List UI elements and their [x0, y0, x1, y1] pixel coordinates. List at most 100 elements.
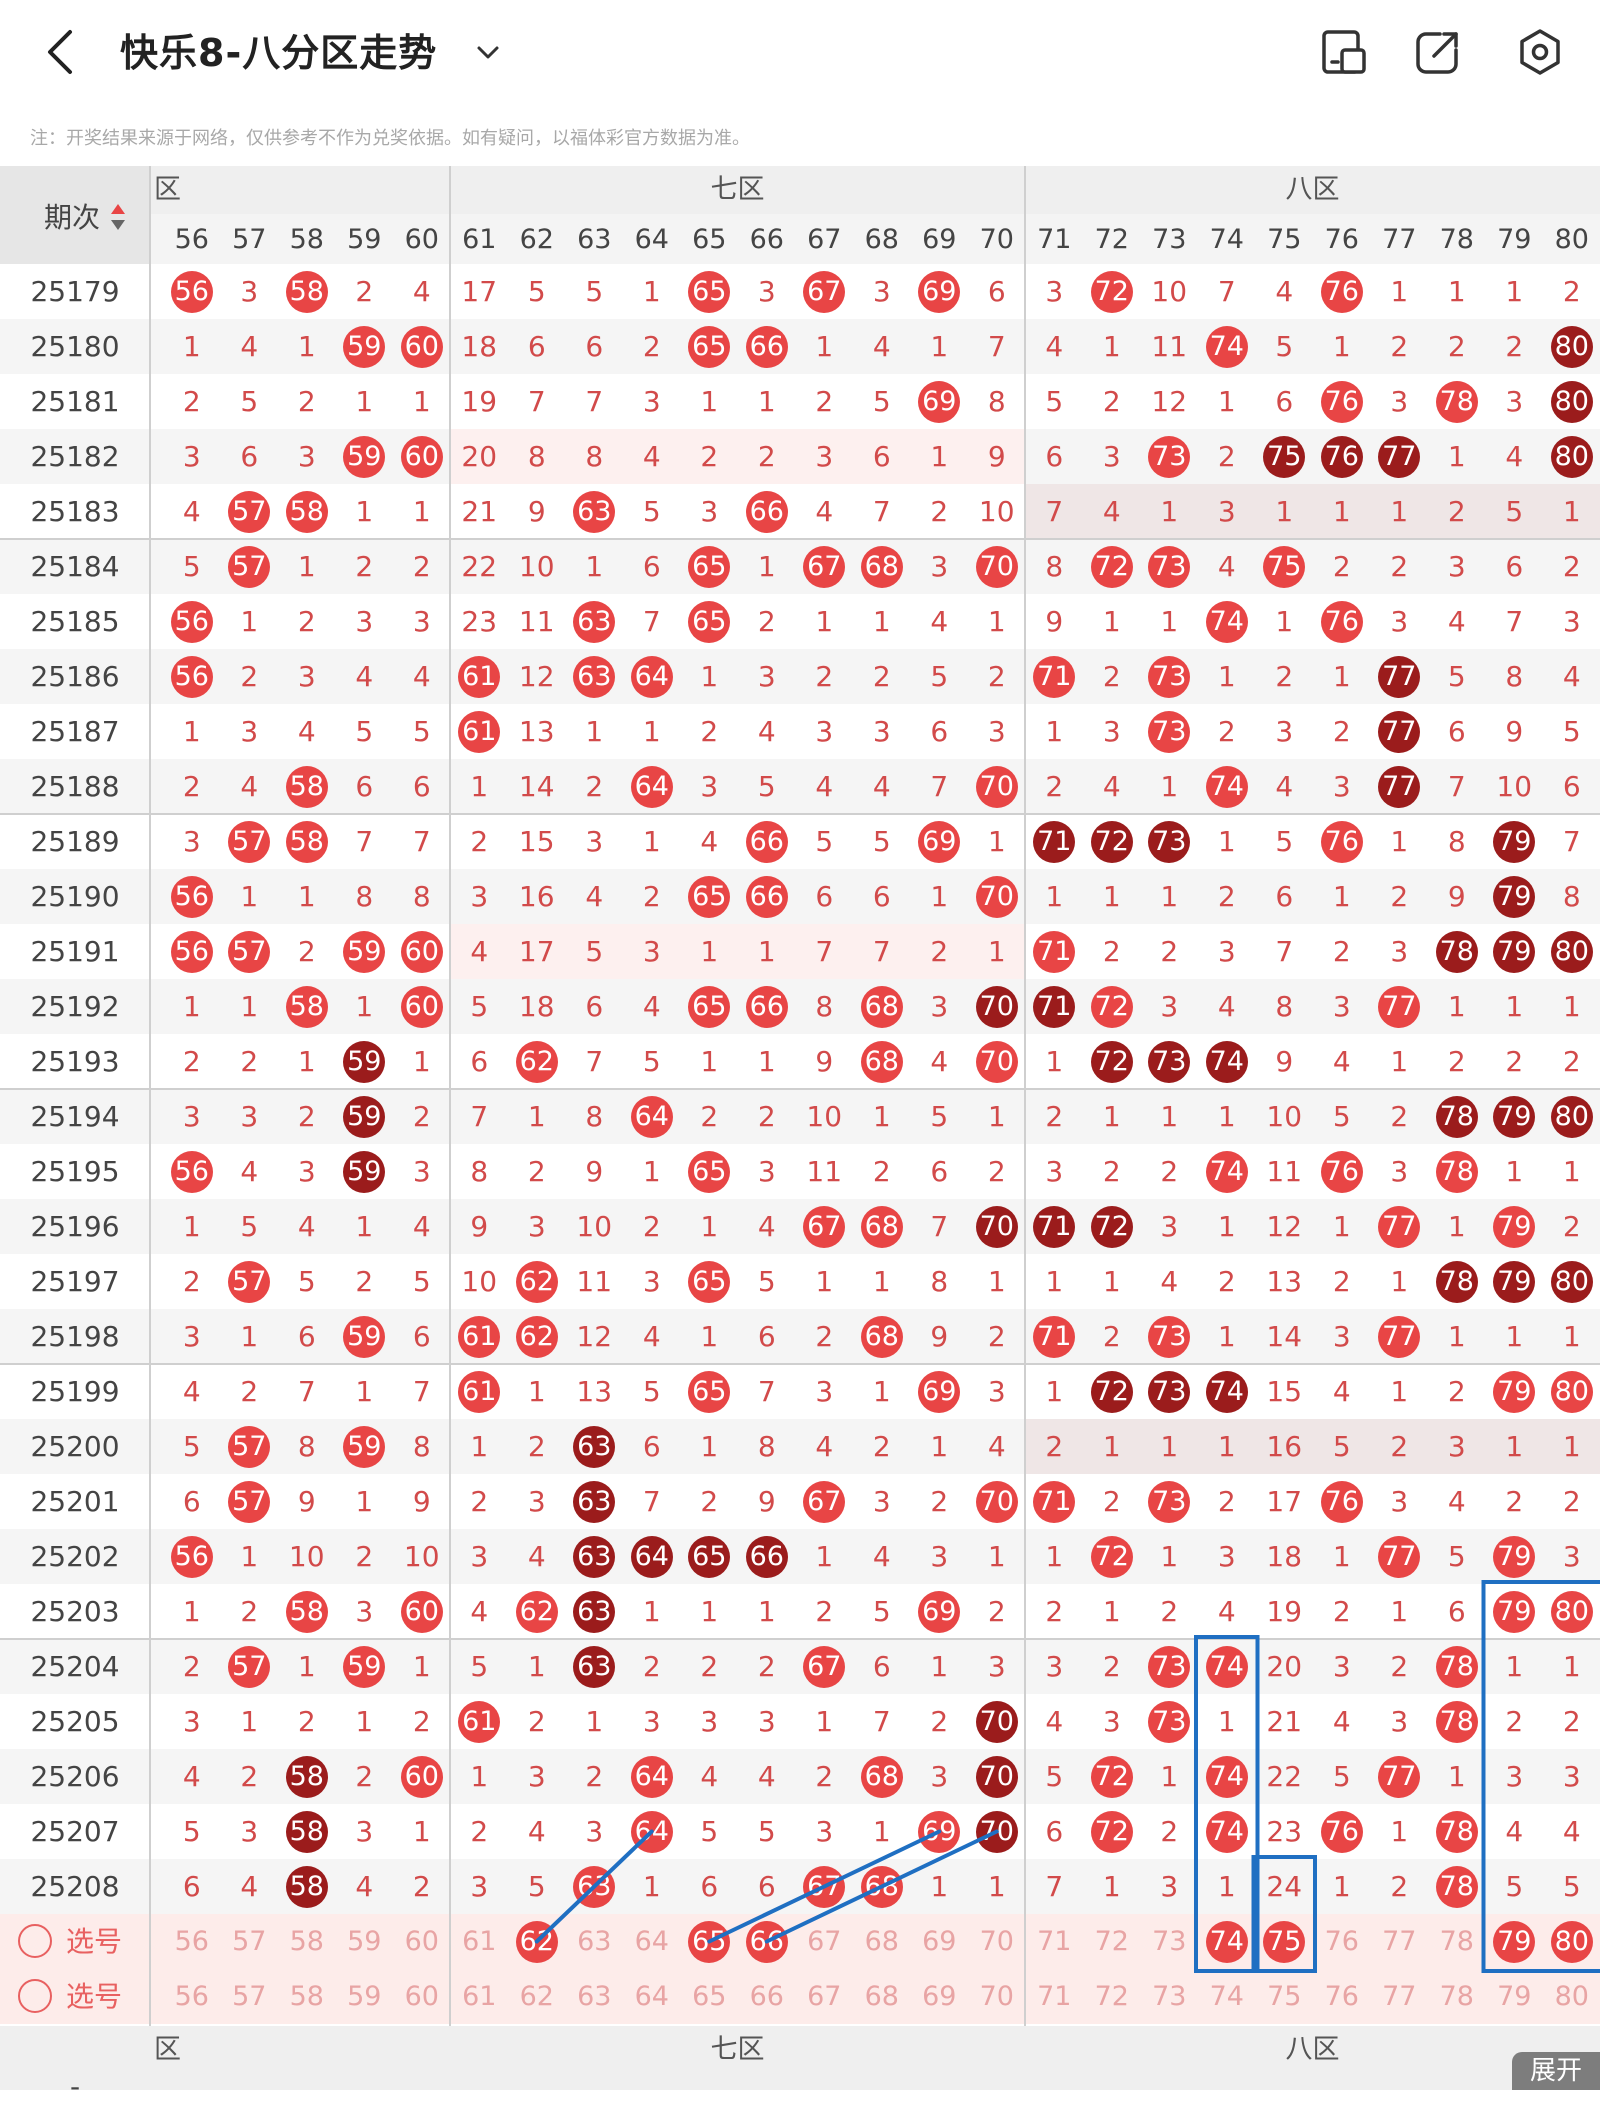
screen-mode-button[interactable]: [1318, 26, 1370, 78]
miss-count-cell: 1: [1083, 1254, 1141, 1309]
select-number-66[interactable]: 66: [738, 1914, 796, 1969]
col-head-76: 76: [1313, 214, 1371, 264]
select-number-74[interactable]: 74: [1198, 1914, 1256, 1969]
drawn-ball: 78: [1436, 381, 1478, 423]
select-number-61[interactable]: 61: [451, 1914, 509, 1969]
select-number-67[interactable]: 67: [796, 1969, 854, 2024]
select-number-59[interactable]: 59: [336, 1914, 394, 1969]
radio-icon[interactable]: [18, 1979, 52, 2013]
page-title[interactable]: 快乐8-八分区走势: [120, 22, 437, 77]
select-number-73[interactable]: 73: [1141, 1969, 1199, 2024]
settings-button[interactable]: [1514, 26, 1566, 78]
drawn-ball: 79: [1493, 1591, 1535, 1633]
consecutive-drawn-ball: 70: [976, 1206, 1018, 1248]
select-number-76[interactable]: 76: [1313, 1969, 1371, 2024]
drawn-number-cell: 66: [738, 484, 796, 539]
miss-count-cell: 13: [508, 704, 566, 759]
table-row: 2518455712222101665167683708727347522362: [0, 539, 1600, 594]
miss-count-cell: 2: [681, 704, 739, 759]
select-number-68[interactable]: 68: [853, 1914, 911, 1969]
select-number-79[interactable]: 79: [1486, 1969, 1544, 2024]
select-number-58[interactable]: 58: [278, 1914, 336, 1969]
select-number-65[interactable]: 65: [681, 1969, 739, 2024]
select-number-76[interactable]: 76: [1313, 1914, 1371, 1969]
select-number-78[interactable]: 78: [1428, 1914, 1486, 1969]
select-number-59[interactable]: 59: [336, 1969, 394, 2024]
selected-ball[interactable]: 65: [688, 1921, 730, 1963]
select-number-64[interactable]: 64: [623, 1914, 681, 1969]
table-row: 2518556123323116376521141911741763473: [0, 594, 1600, 649]
drawn-number-cell: 76: [1313, 1474, 1371, 1529]
selected-ball[interactable]: 74: [1206, 1921, 1248, 1963]
select-number-69[interactable]: 69: [911, 1969, 969, 2024]
drawn-ball: 73: [1148, 656, 1190, 698]
select-number-80[interactable]: 80: [1543, 1969, 1600, 2024]
selected-ball[interactable]: 79: [1493, 1921, 1535, 1963]
drawn-ball: 77: [1378, 1316, 1420, 1358]
select-number-78[interactable]: 78: [1428, 1969, 1486, 2024]
select-number-57[interactable]: 57: [221, 1969, 279, 2024]
miss-count-cell: 1: [1256, 484, 1314, 539]
select-number-60[interactable]: 60: [393, 1914, 451, 1969]
period-cell: 25195: [0, 1144, 150, 1199]
period-cell: 25179: [0, 264, 150, 319]
select-row-label[interactable]: 选号: [18, 1969, 122, 2024]
select-number-56[interactable]: 56: [163, 1969, 221, 2024]
selected-ball[interactable]: 75: [1263, 1921, 1305, 1963]
miss-count-cell: 5: [278, 1254, 336, 1309]
expand-button[interactable]: 展开: [1512, 2052, 1600, 2090]
miss-count-cell: 1: [1026, 1529, 1084, 1584]
miss-count-cell: 2: [853, 649, 911, 704]
drawn-ball: 68: [861, 1866, 903, 1908]
drawn-number-cell: 70: [968, 759, 1026, 814]
drawn-number-cell: 79: [1486, 1529, 1544, 1584]
select-row-label[interactable]: 选号: [18, 1914, 122, 1969]
select-number-73[interactable]: 73: [1141, 1914, 1199, 1969]
drawn-ball: 58: [286, 1591, 328, 1633]
select-number-75[interactable]: 75: [1256, 1914, 1314, 1969]
select-number-75[interactable]: 75: [1256, 1969, 1314, 2024]
select-number-70[interactable]: 70: [968, 1969, 1026, 2024]
select-number-56[interactable]: 56: [163, 1914, 221, 1969]
drawn-ball: 73: [1148, 1646, 1190, 1688]
select-number-74[interactable]: 74: [1198, 1969, 1256, 2024]
select-number-71[interactable]: 71: [1026, 1969, 1084, 2024]
select-number-64[interactable]: 64: [623, 1969, 681, 2024]
select-number-58[interactable]: 58: [278, 1969, 336, 2024]
selected-ball[interactable]: 80: [1551, 1921, 1593, 1963]
select-number-68[interactable]: 68: [853, 1969, 911, 2024]
select-number-62[interactable]: 62: [508, 1914, 566, 1969]
select-number-72[interactable]: 72: [1083, 1914, 1141, 1969]
miss-count-cell: 1: [1486, 1639, 1544, 1694]
select-number-69[interactable]: 69: [911, 1914, 969, 1969]
select-number-79[interactable]: 79: [1486, 1914, 1544, 1969]
select-number-77[interactable]: 77: [1371, 1969, 1429, 2024]
select-number-65[interactable]: 65: [681, 1914, 739, 1969]
title-dropdown-button[interactable]: [470, 34, 506, 70]
select-number-66[interactable]: 66: [738, 1969, 796, 2024]
miss-count-cell: 4: [1083, 484, 1141, 539]
back-button[interactable]: [38, 24, 88, 80]
select-number-60[interactable]: 60: [393, 1969, 451, 2024]
settings-icon: [1514, 26, 1566, 78]
select-number-71[interactable]: 71: [1026, 1914, 1084, 1969]
select-number-70[interactable]: 70: [968, 1914, 1026, 1969]
miss-count-cell: 5: [853, 374, 911, 429]
select-number-80[interactable]: 80: [1543, 1914, 1600, 1969]
select-number-57[interactable]: 57: [221, 1914, 279, 1969]
miss-count-cell: 1: [336, 1694, 394, 1749]
select-number-77[interactable]: 77: [1371, 1914, 1429, 1969]
radio-icon[interactable]: [18, 1924, 52, 1958]
share-button[interactable]: [1412, 26, 1464, 78]
select-number-63[interactable]: 63: [566, 1914, 624, 1969]
period-column-header[interactable]: 期次: [0, 166, 150, 264]
miss-count-cell: 2: [1083, 1474, 1141, 1529]
selected-ball[interactable]: 62: [516, 1921, 558, 1963]
miss-count-cell: 2: [1198, 1474, 1256, 1529]
select-number-67[interactable]: 67: [796, 1914, 854, 1969]
select-number-62[interactable]: 62: [508, 1969, 566, 2024]
select-number-61[interactable]: 61: [451, 1969, 509, 2024]
selected-ball[interactable]: 66: [746, 1921, 788, 1963]
select-number-72[interactable]: 72: [1083, 1969, 1141, 2024]
select-number-63[interactable]: 63: [566, 1969, 624, 2024]
